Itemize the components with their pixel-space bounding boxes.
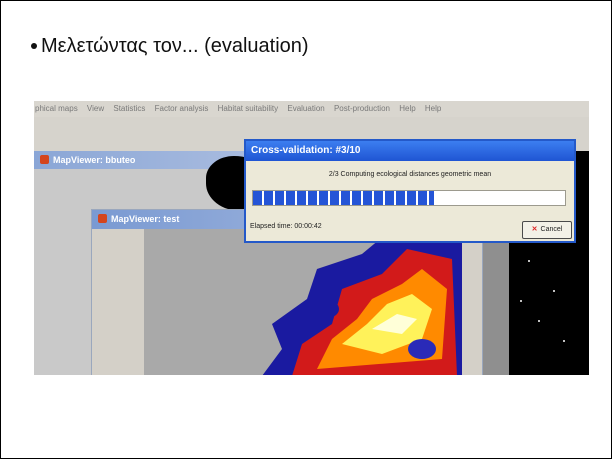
cancel-button[interactable]: ✕ Cancel: [522, 221, 572, 239]
cross-validation-dialog: Cross-validation: #3/10 2/3 Computing ec…: [244, 139, 576, 243]
menu-bar: phical maps View Statistics Factor analy…: [34, 101, 589, 117]
window-title: MapViewer: test: [111, 214, 180, 224]
menu-item[interactable]: Statistics: [113, 104, 145, 113]
menu-item[interactable]: Help: [399, 104, 415, 113]
map-canvas: [144, 229, 462, 375]
menu-item[interactable]: View: [87, 104, 104, 113]
slide-bullet-text: Μελετώντας τον... (evaluation): [41, 35, 309, 57]
app-icon: [98, 214, 107, 223]
dialog-title[interactable]: Cross-validation: #3/10: [246, 141, 574, 161]
screenshot-image: phical maps View Statistics Factor analy…: [34, 101, 589, 375]
menu-item[interactable]: Evaluation: [287, 104, 324, 113]
window-title: MapViewer: bbuteo: [53, 155, 136, 165]
progress-fill: [253, 191, 434, 205]
heatmap-image: [262, 229, 462, 375]
menu-item[interactable]: Habitat suitability: [218, 104, 278, 113]
menu-item[interactable]: Post-production: [334, 104, 390, 113]
cancel-label: Cancel: [540, 226, 563, 233]
menu-item[interactable]: Factor analysis: [155, 104, 209, 113]
menu-item[interactable]: Help: [425, 104, 441, 113]
close-icon: ✕: [531, 226, 538, 233]
slide: Μελετώντας τον... (evaluation) phical ma…: [0, 0, 612, 459]
bullet-icon: [31, 43, 37, 49]
menu-item[interactable]: phical maps: [35, 104, 78, 113]
progress-bar: [252, 190, 566, 206]
elapsed-time: Elapsed time: 00:00:42: [250, 223, 322, 230]
dialog-message: 2/3 Computing ecological distances geome…: [328, 171, 492, 178]
app-icon: [40, 155, 49, 164]
